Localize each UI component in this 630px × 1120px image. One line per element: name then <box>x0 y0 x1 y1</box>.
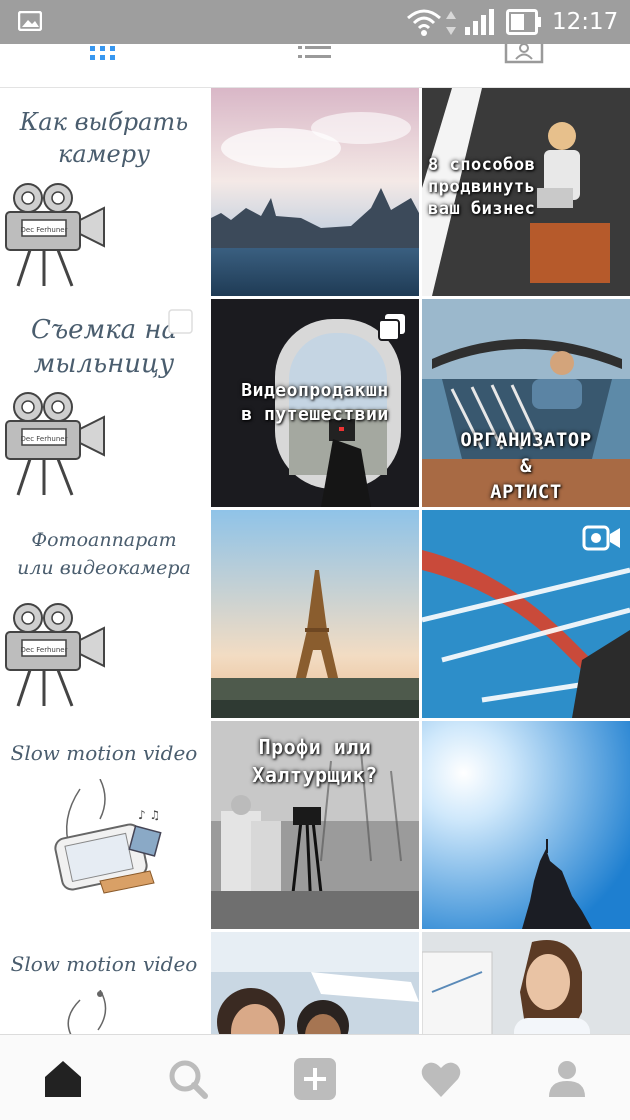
movie-camera-illustration: Dec Ferhuner <box>5 183 105 287</box>
post-image-sun-statue <box>422 721 630 929</box>
activity-heart-icon[interactable] <box>419 1057 463 1101</box>
post-caption-line: АРТИСТ <box>490 481 562 503</box>
profile-icon[interactable] <box>545 1057 589 1101</box>
post-caption-line: ваш бизнес <box>428 199 536 219</box>
gallery-badge-icon <box>168 309 193 334</box>
post-caption-line: Видеопродакшн <box>241 380 389 401</box>
post-caption-line: продвинуть <box>428 177 536 197</box>
movie-camera-illustration: Dec Ferhuner <box>5 392 105 496</box>
gallery-notification-icon <box>18 11 42 31</box>
status-clock: 12:17 <box>552 9 619 35</box>
post-image-office-woman <box>422 932 630 1034</box>
profile-view-tabs <box>0 44 630 88</box>
post-caption-line: камеру <box>57 140 151 168</box>
tagged-photos-icon[interactable] <box>503 44 547 66</box>
camera-label-text: Dec Ferhuner <box>21 435 68 443</box>
post-caption-line: Как выбрать <box>19 108 189 136</box>
post-tile[interactable] <box>422 510 630 718</box>
post-caption-line: или видеокамера <box>17 557 191 579</box>
post-tile[interactable]: Видеопродакшн в путешествии <box>211 299 419 507</box>
new-post-icon[interactable] <box>293 1057 337 1101</box>
headphones-illustration <box>67 990 107 1034</box>
post-caption-line: в путешествии <box>241 404 389 425</box>
post-tile[interactable]: Slow motion video <box>0 932 208 1034</box>
posts-grid: Как выбрать камеру Dec Ferhuner 8 способ… <box>0 88 630 1034</box>
post-tile[interactable]: Как выбрать камеру Dec Ferhuner <box>0 88 208 296</box>
list-view-icon[interactable] <box>296 44 336 64</box>
post-tile[interactable] <box>211 88 419 296</box>
wifi-icon <box>407 9 441 36</box>
post-image-eiffel-tower <box>211 510 419 718</box>
movie-camera-illustration: Dec Ferhuner <box>5 603 105 707</box>
post-tile[interactable]: Профи или Халтурщик? <box>211 721 419 929</box>
post-tile[interactable]: Фотоаппарат или видеокамера Dec Ferhuner <box>0 510 208 718</box>
video-badge-icon <box>582 525 620 551</box>
post-caption-line: ОРГАНИЗАТОР <box>460 429 592 451</box>
post-tile[interactable] <box>211 932 419 1034</box>
cell-signal-icon <box>465 9 494 35</box>
post-tile[interactable]: 8 способов продвинуть ваш бизнес <box>422 88 630 296</box>
post-image-airport-friends <box>211 932 419 1034</box>
post-tile[interactable] <box>422 932 630 1034</box>
search-icon[interactable] <box>166 1057 210 1101</box>
post-tile[interactable]: ОРГАНИЗАТОР & АРТИСТ <box>422 299 630 507</box>
post-caption-line: Профи или <box>258 735 372 759</box>
camera-label-text: Dec Ferhuner <box>21 226 68 234</box>
bottom-navigation-bar <box>0 1034 630 1120</box>
post-caption-line: 8 способов <box>428 155 536 175</box>
post-caption-line: Slow motion video <box>10 741 198 765</box>
carousel-badge-icon <box>378 314 405 341</box>
post-tile[interactable]: Slow motion video ♪ ♫ <box>0 721 208 929</box>
battery-icon <box>506 9 541 35</box>
post-caption-line: Фотоаппарат <box>31 529 177 551</box>
post-caption-line: Халтурщик? <box>252 763 378 787</box>
post-image-zurich-river <box>211 88 419 296</box>
data-arrows-icon <box>446 11 456 35</box>
phone-slowmo-illustration: ♪ ♫ <box>54 779 162 894</box>
post-caption-line: Slow motion video <box>10 952 198 976</box>
camera-label-text: Dec Ferhuner <box>21 646 68 654</box>
post-tile[interactable] <box>211 510 419 718</box>
post-tile[interactable] <box>422 721 630 929</box>
svg-text:♪ ♫: ♪ ♫ <box>138 808 160 822</box>
home-icon[interactable] <box>41 1057 85 1101</box>
post-caption-line: & <box>520 455 532 477</box>
status-bar: 12:17 <box>0 0 630 44</box>
post-caption-line: мыльницу <box>33 349 175 379</box>
grid-view-icon[interactable] <box>86 44 126 64</box>
post-tile[interactable]: Съемка на мыльницу Dec Ferhuner <box>0 299 208 507</box>
